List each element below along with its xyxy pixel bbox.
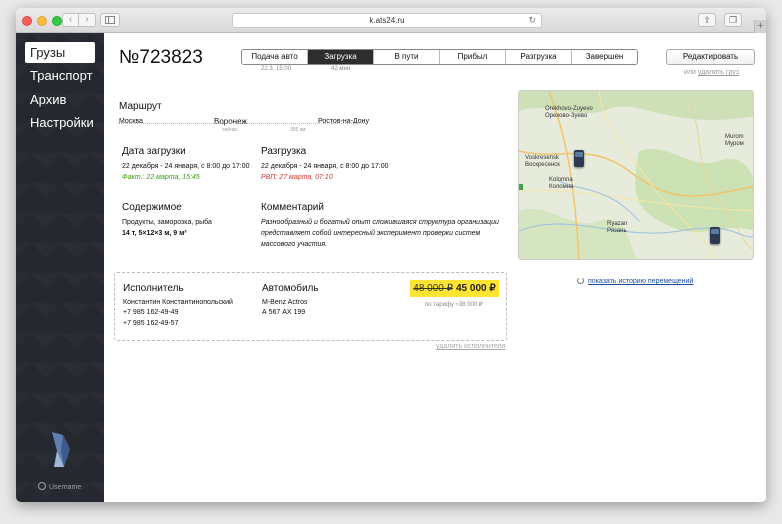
new-tab-button[interactable]: + xyxy=(754,20,766,33)
map-label-kolomna-ru: Коломна xyxy=(549,184,574,190)
user-icon xyxy=(38,482,46,490)
tabs-icon: ❐ xyxy=(728,15,738,25)
step-loading[interactable]: Загрузка xyxy=(307,50,373,64)
chevron-left-icon: ‹ xyxy=(68,14,73,25)
sidebar-item-transport[interactable]: Транспорт xyxy=(25,65,95,86)
loading-fact: Факт.: 22 марта, 15:45 xyxy=(122,174,200,181)
chevron-right-icon: › xyxy=(85,14,89,25)
sidebar-icon xyxy=(105,16,115,24)
vehicle-model: M-Benz Actros xyxy=(262,299,308,306)
step-unloading[interactable]: Разгрузка xyxy=(505,50,571,64)
sidebar-item-settings[interactable]: Настройки xyxy=(25,112,95,133)
contents-desc: Продукты, заморозка, рыба xyxy=(122,219,212,226)
truck-marker-icon[interactable] xyxy=(574,150,584,167)
title-bar: ‹ › k.ats24.ru ↻ ⇧ ❐ + xyxy=(16,8,766,33)
user-menu[interactable]: Username xyxy=(38,482,81,491)
loading-dates: 22 декабря - 24 января, с 8:00 до 17:00 xyxy=(122,163,250,170)
step-loading-time: 42 мин xyxy=(331,66,351,72)
loading-heading: Дата загрузки xyxy=(122,146,186,157)
comment-heading: Комментарий xyxy=(261,202,324,213)
unloading-heading: Разгрузка xyxy=(261,146,307,157)
contents-size: 14 т, 5×12×3 м, 9 м³ xyxy=(122,230,187,237)
map-label-voskresensk-en: Voskresensk xyxy=(525,155,560,161)
map-label-ryazan-ru: Рязань xyxy=(607,228,627,234)
step-delivery[interactable]: Подача авто xyxy=(242,50,307,64)
vehicle-plate: А 567 АХ 199 xyxy=(262,309,306,316)
edit-button[interactable]: Редактировать xyxy=(666,49,755,65)
page-title: №723823 xyxy=(119,47,203,68)
price-tariff: по тарифу ≈38 000 ₽ xyxy=(425,302,483,308)
executor-heading: Исполнитель xyxy=(123,283,184,294)
delete-cargo-row: или удалить груз xyxy=(684,69,739,76)
step-in-transit[interactable]: В пути xyxy=(373,50,439,64)
executor-name: Константин Константинопольский xyxy=(123,299,233,306)
map-label-orekhovo-ru: Орехово-Зуево xyxy=(545,113,588,119)
browser-window: ‹ › k.ats24.ru ↻ ⇧ ❐ + Грузы Транспорт А… xyxy=(16,8,766,502)
minimize-window-button[interactable] xyxy=(37,16,47,26)
vehicle-heading: Автомобиль xyxy=(262,283,319,294)
sidebar-item-archive[interactable]: Архив xyxy=(25,89,95,110)
reload-icon[interactable]: ↻ xyxy=(528,14,536,27)
remove-executor-link[interactable]: удалить исполнителя xyxy=(436,343,506,350)
share-button[interactable]: ⇧ xyxy=(698,13,716,27)
unloading-dates: 22 декабря - 24 января, с 8:00 до 17:00 xyxy=(261,163,389,170)
map-label-ryazan-en: Ryazan xyxy=(607,221,628,227)
route-line xyxy=(118,123,366,124)
route-distance: 355 км xyxy=(290,127,306,133)
contents-heading: Содержимое xyxy=(122,202,182,213)
url-text: k.ats24.ru xyxy=(369,16,405,25)
address-bar[interactable]: k.ats24.ru ↻ xyxy=(232,13,542,28)
unloading-rvp: РВП: 27 марта, 07:10 xyxy=(261,174,333,181)
map-label-voskresensk-ru: Воскресенск xyxy=(525,162,560,168)
username: Username xyxy=(49,484,82,491)
route-map[interactable]: Orekhovo-Zuyevo Орехово-Зуево Voskresens… xyxy=(518,90,754,260)
destination-marker-icon[interactable] xyxy=(710,227,720,244)
history-link-row[interactable]: показать историю перемещений xyxy=(577,277,693,285)
executor-phone-1: +7 985 162-49-49 xyxy=(123,309,179,316)
map-label-murom-en: Murom xyxy=(725,134,744,140)
history-icon xyxy=(577,277,584,284)
sidebar: Грузы Транспорт Архив Настройки Username xyxy=(16,33,104,502)
forward-button[interactable]: › xyxy=(79,13,96,27)
route-heading: Маршрут xyxy=(119,101,162,112)
route-current-sub: сейчас xyxy=(222,127,238,133)
map-label-murom-ru: Муром xyxy=(725,141,744,147)
comment-line-2: представляет собой интересный эксперимен… xyxy=(261,230,481,237)
executor-phone-2: +7 985 162-49-57 xyxy=(123,320,179,327)
or-text: или xyxy=(684,69,696,76)
penguin-logo-icon xyxy=(52,432,70,467)
zoom-window-button[interactable] xyxy=(52,16,62,26)
map-label-kolomna-en: Kolomna xyxy=(549,177,573,183)
tabs-overview-button[interactable]: ❐ xyxy=(724,13,742,27)
price-badge: 48 000 ₽45 000 ₽ xyxy=(410,280,499,297)
route-current: Воронеж xyxy=(214,117,247,126)
map-label-orekhovo-en: Orekhovo-Zuyevo xyxy=(545,106,593,112)
step-completed[interactable]: Завершен xyxy=(571,50,637,64)
delete-cargo-link[interactable]: удалить груз xyxy=(698,69,739,76)
main-content: №723823 Подача авто Загрузка В пути Приб… xyxy=(104,33,766,502)
price-old: 48 000 ₽ xyxy=(413,283,453,294)
back-button[interactable]: ‹ xyxy=(62,13,79,27)
step-arrived[interactable]: Прибыл xyxy=(439,50,505,64)
close-window-button[interactable] xyxy=(22,16,32,26)
step-delivery-time: 22.3, 15:00 xyxy=(261,66,292,72)
sidebar-item-cargo[interactable]: Грузы xyxy=(25,42,95,63)
show-history-link[interactable]: показать историю перемещений xyxy=(588,278,693,285)
share-icon: ⇧ xyxy=(703,15,711,25)
sidebar-toggle-button[interactable] xyxy=(100,13,120,27)
status-stepper: Подача авто Загрузка В пути Прибыл Разгр… xyxy=(241,49,638,65)
executor-card: Исполнитель Константин Константинопольск… xyxy=(114,272,507,341)
comment-line-1: Разнообразный и богатый опыт сложившаяся… xyxy=(261,219,499,226)
price-new: 45 000 ₽ xyxy=(456,283,496,294)
comment-line-3: массового участия. xyxy=(261,241,328,248)
